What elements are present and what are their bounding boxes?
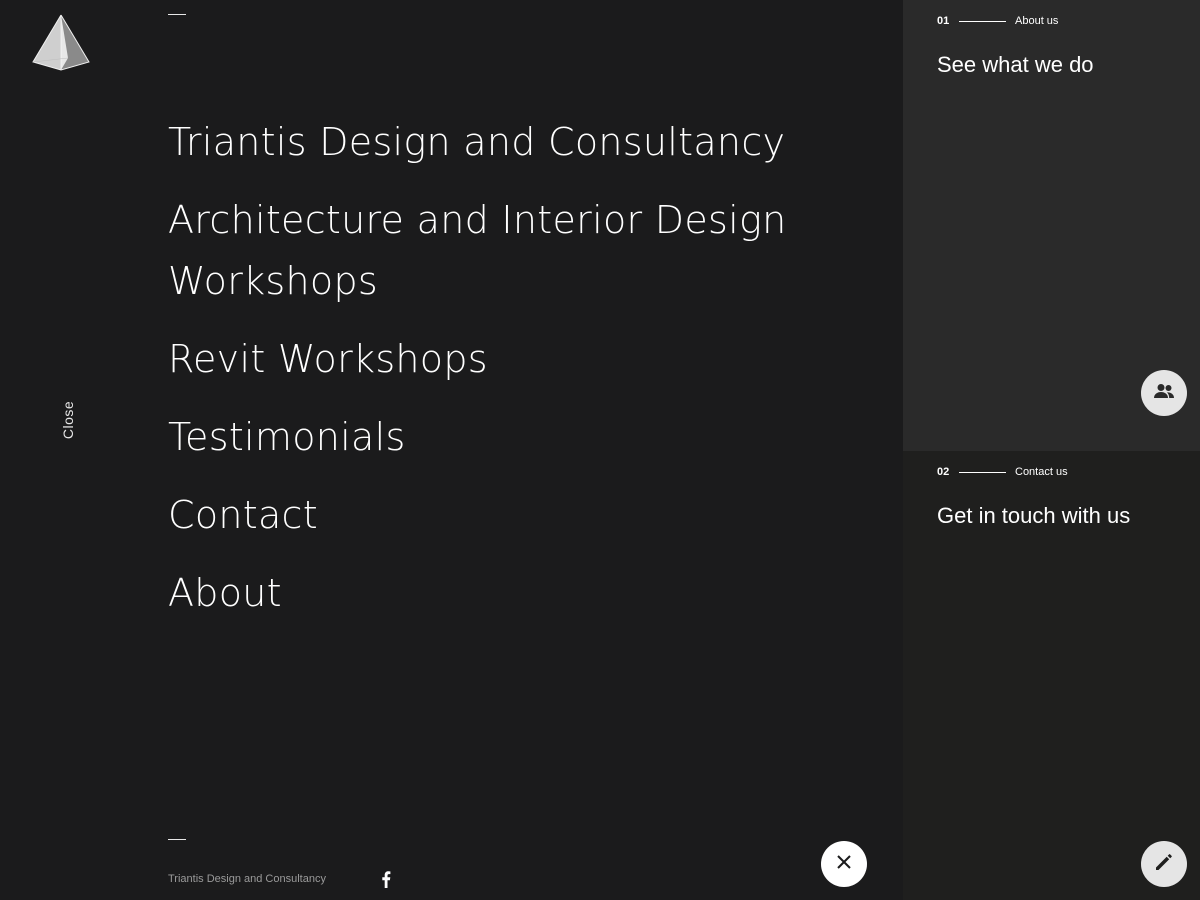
contact-eyebrow: 02 Contact us — [937, 465, 1068, 479]
menu-item: Testimonials — [168, 407, 848, 468]
about-us-button[interactable] — [1141, 370, 1187, 416]
main-menu: Triantis Design and Consultancy Architec… — [168, 112, 848, 641]
close-button[interactable] — [821, 841, 867, 887]
about-eyebrow: 01 About us — [937, 14, 1058, 28]
contact-heading: Get in touch with us — [937, 503, 1131, 528]
menu-item: Architecture and Interior Design Worksho… — [168, 190, 848, 312]
pencil-icon — [1154, 852, 1174, 877]
contact-panel[interactable]: 02 Contact us Get in touch with us — [903, 451, 1200, 900]
close-icon — [836, 854, 852, 875]
menu-link-architecture-workshops[interactable]: Architecture and Interior Design Worksho… — [168, 190, 848, 312]
eyebrow-line — [959, 20, 1006, 22]
menu-link-testimonials[interactable]: Testimonials — [168, 407, 406, 468]
close-menu-label[interactable]: Close — [53, 400, 83, 440]
about-heading: See what we do — [937, 52, 1094, 77]
top-divider — [168, 14, 186, 15]
menu-item: Contact — [168, 485, 848, 546]
menu-link-about[interactable]: About — [168, 563, 282, 624]
menu-link-home[interactable]: Triantis Design and Consultancy — [168, 112, 785, 173]
pyramid-logo-icon[interactable] — [30, 12, 92, 72]
about-number: 01 — [937, 15, 950, 27]
eyebrow-line — [959, 471, 1006, 473]
menu-item: Triantis Design and Consultancy — [168, 112, 848, 173]
menu-link-contact[interactable]: Contact — [168, 485, 318, 546]
contact-number: 02 — [937, 466, 950, 478]
about-eyebrow-label: About us — [1015, 15, 1059, 27]
menu-item: About — [168, 563, 848, 624]
contact-us-button[interactable] — [1141, 841, 1187, 887]
bottom-divider — [168, 839, 186, 840]
menu-item: Revit Workshops — [168, 329, 848, 390]
menu-link-revit-workshops[interactable]: Revit Workshops — [168, 329, 488, 390]
people-icon — [1153, 383, 1175, 404]
contact-eyebrow-label: Contact us — [1015, 466, 1068, 478]
facebook-icon[interactable] — [378, 870, 394, 888]
footer-brand-name: Triantis Design and Consultancy — [168, 873, 326, 885]
